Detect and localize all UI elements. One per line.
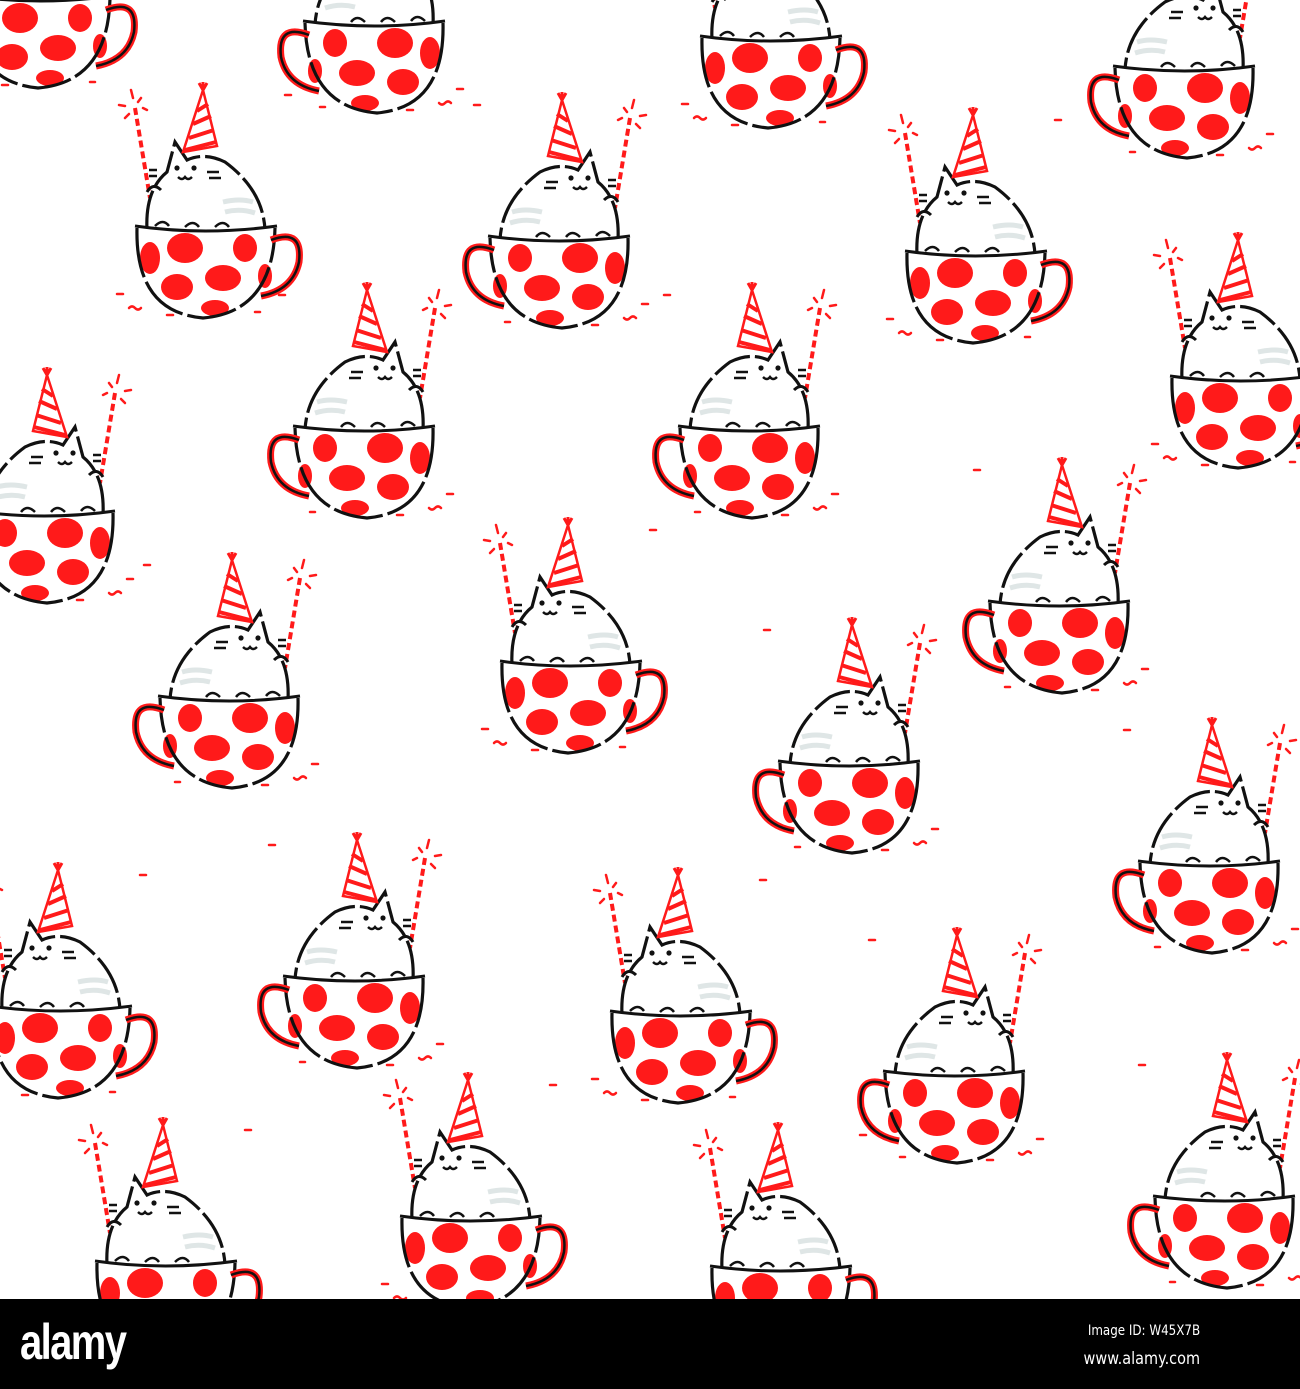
- image-id-text: Image ID: W45X7B: [1087, 1323, 1200, 1339]
- cat-in-teacup: [887, 107, 1069, 343]
- cat-in-teacup: [0, 0, 134, 88]
- cat-in-teacup: [1116, 717, 1298, 953]
- cat-in-teacup: [966, 457, 1148, 693]
- alamy-logo: alamy: [20, 1314, 127, 1370]
- cat-in-teacup: [136, 552, 318, 788]
- cat-in-teacup: [0, 862, 154, 1098]
- cat-in-teacup: [0, 367, 133, 603]
- cat-in-teacup: [482, 517, 664, 753]
- cat-in-teacup: [261, 832, 443, 1068]
- cat-teacup-pattern: [0, 0, 1300, 1299]
- cat-in-teacup: [77, 1117, 259, 1299]
- cat-in-teacup: [1091, 0, 1273, 158]
- cat-in-teacup: [281, 0, 463, 113]
- cat-in-teacup: [692, 1122, 874, 1299]
- cat-in-teacup: [1131, 1052, 1300, 1288]
- cat-in-teacup: [756, 617, 938, 853]
- cat-in-teacup: [117, 82, 299, 318]
- cat-in-teacup: [382, 1072, 564, 1299]
- cat-in-teacup: [656, 282, 838, 518]
- cat-in-teacup: [861, 927, 1043, 1163]
- cat-in-teacup: [682, 0, 864, 128]
- cat-in-teacup: [271, 282, 453, 518]
- image-canvas: alamy Image ID: W45X7B www.alamy.com: [0, 0, 1300, 1389]
- cat-in-teacup: [592, 867, 774, 1103]
- site-url: www.alamy.com: [1083, 1349, 1200, 1369]
- watermark-bar: alamy Image ID: W45X7B www.alamy.com: [0, 1299, 1300, 1389]
- cat-in-teacup: [1152, 232, 1300, 468]
- cat-in-teacup: [466, 92, 648, 328]
